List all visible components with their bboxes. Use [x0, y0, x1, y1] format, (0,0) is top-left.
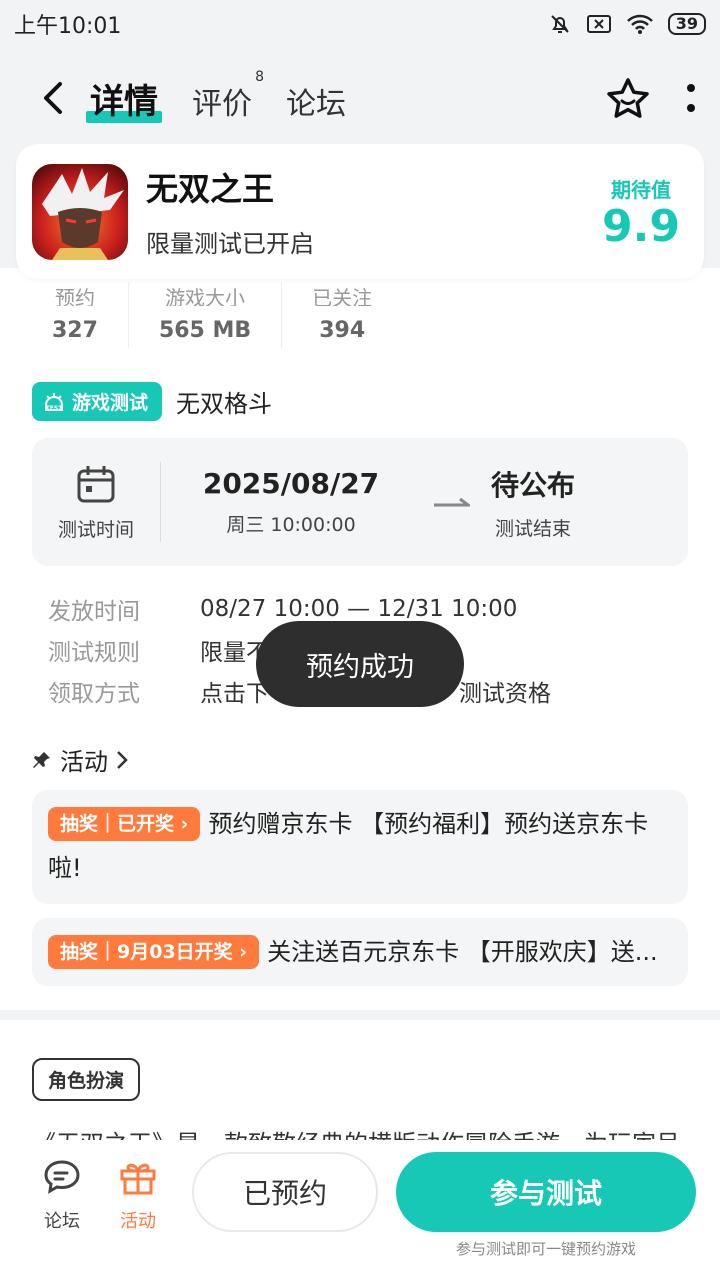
info-value-tail: 测试资格	[459, 680, 551, 707]
test-start-date: 2025/08/27	[202, 467, 380, 500]
top-nav: 详情 评价 8 论坛	[0, 58, 720, 138]
game-subtitle: 限量测试已开启	[146, 230, 314, 258]
test-start: 2025/08/27 周三 10:00:00	[161, 467, 421, 537]
test-time-label-col: 测试时间	[32, 463, 160, 542]
activity-item[interactable]: 抽奖｜9月03日开奖 › 关注送百元京东卡 【开服欢庆】送...	[32, 918, 688, 986]
svg-text:TEST: TEST	[46, 405, 64, 412]
lottery-tag: 抽奖｜9月03日开奖 ›	[48, 935, 260, 969]
info-key: 发放时间	[48, 598, 140, 625]
stat-value: 565 MB	[158, 318, 252, 343]
game-test-badge-label: 游戏测试	[72, 392, 149, 414]
test-genre: 无双格斗	[176, 390, 273, 418]
activity-header[interactable]: 活动	[32, 742, 128, 777]
stat-label: 预约	[54, 286, 95, 306]
test-end: 待公布 测试结束	[491, 464, 575, 541]
stats-row: 预约 327 游戏大小 565 MB 已关注 394	[0, 282, 720, 362]
status-icons: 39	[548, 12, 706, 36]
tab-reviews[interactable]: 评价 8	[192, 69, 264, 123]
calendar-icon	[77, 465, 115, 502]
forum-chat-icon	[44, 1160, 80, 1194]
join-test-button[interactable]: 参与测试	[396, 1152, 696, 1232]
expect-score: 9.9	[602, 201, 680, 252]
join-test-hint: 参与测试即可一键预约游戏	[455, 1240, 636, 1258]
expect-score-block: 期待值 9.9	[602, 174, 680, 249]
tab-details-label: 详情	[90, 81, 158, 122]
stat-followers: 已关注 394	[312, 282, 372, 362]
battery-indicator: 39	[667, 13, 706, 35]
arrow-right-icon	[421, 496, 481, 508]
stat-reservations: 预约 327	[52, 282, 98, 362]
tab-reviews-count: 8	[255, 68, 264, 85]
stat-value: 394	[319, 318, 366, 343]
info-key: 领取方式	[48, 680, 140, 707]
toast-message: 预约成功	[256, 621, 464, 707]
test-row: TEST 游戏测试 无双格斗	[32, 382, 272, 421]
tab-reviews-label: 评价	[192, 86, 252, 122]
mute-bell-icon	[551, 15, 569, 33]
pin-icon	[33, 751, 50, 768]
forum-shortcut[interactable]: 论坛	[32, 1158, 92, 1233]
expect-label: 期待值	[611, 178, 672, 202]
stat-value: 327	[52, 318, 98, 343]
forum-shortcut-label: 论坛	[44, 1211, 80, 1232]
test-time-label: 测试时间	[57, 518, 134, 541]
divider	[127, 282, 129, 348]
game-title: 无双之王	[146, 170, 275, 208]
activity-item[interactable]: 抽奖｜已开奖 › 预约赠京东卡 【预约福利】预约送京东卡啦!	[32, 790, 688, 904]
activity-shortcut[interactable]: 活动	[108, 1158, 168, 1233]
back-button[interactable]	[36, 78, 70, 118]
activity-title: 活动	[60, 748, 108, 776]
test-end-label: 测试结束	[495, 517, 572, 540]
activity-shortcut-label: 活动	[120, 1211, 156, 1232]
tab-forum-label: 论坛	[286, 86, 346, 122]
divider	[281, 282, 283, 348]
tab-forum[interactable]: 论坛	[286, 79, 346, 123]
game-logo	[32, 163, 128, 260]
lottery-tag: 抽奖｜已开奖 ›	[48, 807, 201, 841]
reserved-button[interactable]: 已预约	[192, 1152, 378, 1232]
wifi-icon	[626, 14, 653, 34]
bottom-action-bar: 论坛 活动 已预约 参与测试 参与测试即可一键预约游戏	[0, 1140, 720, 1280]
genre-tag[interactable]: 角色扮演	[32, 1058, 141, 1101]
info-value: 08/27 10:00 — 12/31 10:00	[200, 595, 518, 622]
test-start-time: 周三 10:00:00	[226, 514, 356, 536]
stat-label: 已关注	[312, 286, 373, 306]
more-vertical-icon[interactable]	[686, 83, 696, 113]
status-bar: 上午10:01 39	[0, 0, 720, 48]
tab-details[interactable]: 详情	[86, 74, 162, 123]
gift-icon	[120, 1163, 156, 1195]
game-header-card: 无双之王 限量测试已开启 期待值 9.9	[16, 144, 704, 279]
activity-text: 关注送百元京东卡 【开服欢庆】送...	[267, 938, 658, 966]
tab-bar: 详情 评价 8 论坛	[86, 69, 346, 123]
test-time-box: 测试时间 2025/08/27 周三 10:00:00 待公布 测试结束	[32, 438, 688, 566]
stat-size: 游戏大小 565 MB	[159, 282, 251, 362]
stat-label: 游戏大小	[165, 286, 246, 306]
star-icon[interactable]	[606, 77, 650, 119]
test-alarm-icon: TEST	[45, 392, 64, 412]
no-sim-icon	[586, 15, 611, 33]
chevron-right-icon	[117, 750, 128, 769]
info-key: 测试规则	[48, 639, 140, 666]
test-end-title: 待公布	[491, 468, 576, 502]
back-arrow-icon	[44, 82, 62, 114]
status-time: 上午10:01	[14, 14, 122, 39]
game-test-badge: TEST 游戏测试	[32, 382, 163, 421]
